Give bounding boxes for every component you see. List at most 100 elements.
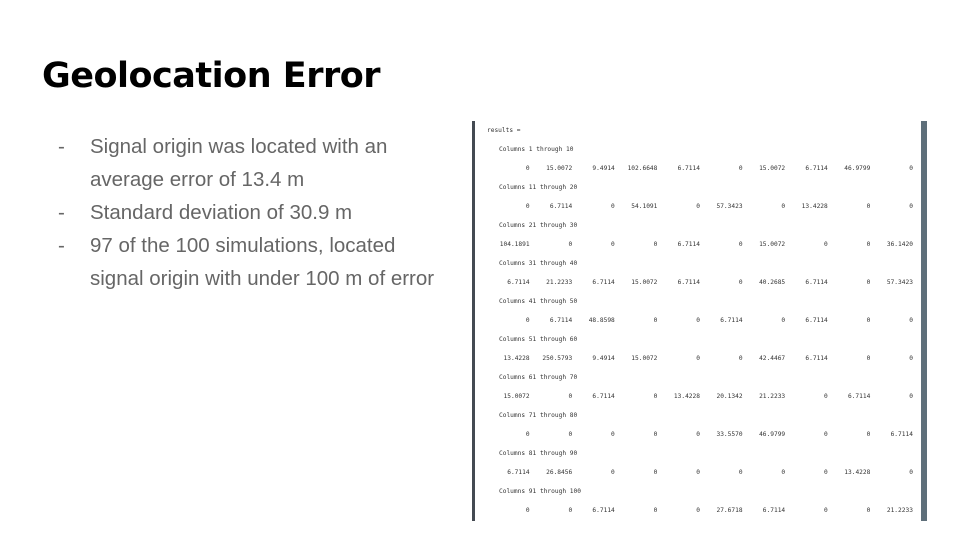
value-cell: 0: [611, 431, 615, 438]
value-cell: 6.7114: [677, 165, 700, 172]
value-cell: 15.0072: [546, 165, 573, 172]
value-cell: 21.2233: [546, 279, 573, 286]
value-cell: 0: [525, 507, 530, 514]
bullet-text: Signal origin was located with an averag…: [90, 135, 388, 191]
value-cell: 0: [653, 431, 658, 438]
value-cell: 46.9799: [844, 165, 871, 172]
value-cell: 6.7114: [805, 165, 828, 172]
console-header: results =: [487, 127, 521, 134]
value-cell: 6.7114: [762, 507, 786, 514]
value-cell: 0: [568, 431, 573, 438]
value-cell: 6.7114: [847, 393, 871, 400]
value-cell: 0: [696, 355, 700, 362]
columns-label: Columns 31 through 40: [499, 260, 578, 267]
value-cell: 0: [568, 507, 573, 514]
value-cell: 46.9799: [759, 431, 786, 438]
value-cell: 104.1891: [499, 241, 530, 248]
values-row: 13.4228 250.5793 9.4914 15.0072 0 0 42.4467 6.7…: [487, 354, 913, 373]
value-cell: 0: [611, 203, 615, 210]
value-cell: 13.4228: [673, 393, 700, 400]
bullet-list: - Signal origin was located with an aver…: [58, 130, 438, 295]
value-cell: 40.2685: [759, 279, 786, 286]
value-cell: 0: [866, 241, 871, 248]
value-cell: 6.7114: [805, 355, 828, 362]
columns-label: Columns 1 through 10: [499, 146, 574, 153]
value-cell: 0: [696, 431, 700, 438]
value-cell: 6.7114: [507, 469, 530, 476]
console-screenshot: results = Columns 1 through 10 0 15.0072 9.…: [472, 121, 927, 521]
value-cell: 57.3423: [886, 279, 913, 286]
values-row: 6.7114 21.2233 6.7114 15.0072 6.7114 0 40.2685…: [487, 278, 913, 297]
value-cell: 0: [525, 317, 530, 324]
value-cell: 0: [653, 241, 658, 248]
value-cell: 15.0072: [631, 279, 658, 286]
value-cell: 0: [611, 241, 615, 248]
columns-label: Columns 81 through 90: [499, 450, 578, 457]
values-row: 0 0 0 0 0 33.5570 46.9799 0 0 6.7114: [487, 430, 913, 449]
values-row: 104.1891 0 0 0 6.7114 0 15.0072 0 0 36.1420: [487, 240, 913, 259]
value-cell: 9.4914: [592, 355, 615, 362]
value-cell: 6.7114: [720, 317, 743, 324]
value-cell: 0: [866, 279, 871, 286]
value-cell: 0: [653, 507, 658, 514]
columns-label: Columns 71 through 80: [499, 412, 578, 419]
value-cell: 0: [696, 317, 700, 324]
columns-label: Columns 41 through 50: [499, 298, 578, 305]
value-cell: 0: [696, 469, 700, 476]
value-cell: 48.8598: [588, 317, 615, 324]
value-cell: 13.4228: [503, 355, 530, 362]
value-cell: 0: [824, 241, 828, 248]
value-cell: 33.5570: [716, 431, 743, 438]
value-cell: 6.7114: [677, 241, 700, 248]
bullet-text: 97 of the 100 simulations, located signa…: [90, 234, 435, 290]
value-cell: 250.5793: [542, 355, 573, 362]
bullet-dash: -: [58, 135, 65, 158]
value-cell: 0: [653, 317, 658, 324]
value-cell: 0: [525, 165, 530, 172]
columns-label: Columns 11 through 20: [499, 184, 578, 191]
bullet-item: - Standard deviation of 30.9 m: [58, 196, 438, 229]
value-cell: 0: [909, 165, 913, 172]
values-row: 0 0 6.7114 0 0 27.6718 6.7114 0 0 21.2233: [487, 506, 913, 521]
value-cell: 54.1091: [631, 203, 658, 210]
value-cell: 6.7114: [592, 507, 615, 514]
bullet-dash: -: [58, 201, 65, 224]
value-cell: 0: [909, 393, 913, 400]
value-cell: 0: [781, 469, 786, 476]
value-cell: 21.2233: [759, 393, 786, 400]
value-cell: 21.2233: [886, 507, 913, 514]
value-cell: 0: [781, 203, 786, 210]
value-cell: 6.7114: [592, 393, 615, 400]
value-cell: 6.7114: [805, 279, 828, 286]
value-cell: 0: [866, 431, 871, 438]
slide-title: Geolocation Error: [42, 56, 381, 96]
columns-label: Columns 21 through 30: [499, 222, 578, 229]
value-cell: 0: [738, 165, 743, 172]
values-row: 15.0072 0 6.7114 0 13.4228 20.1342 21.2233 0 6.7…: [487, 392, 913, 411]
values-row: 0 15.0072 9.4914 102.6648 6.7114 0 15.0072 6.71…: [487, 164, 913, 183]
value-cell: 0: [525, 431, 530, 438]
columns-label: Columns 51 through 60: [499, 336, 578, 343]
console-output: results = Columns 1 through 10 0 15.0072 9.…: [487, 126, 913, 521]
value-cell: 6.7114: [592, 279, 615, 286]
value-cell: 0: [909, 317, 913, 324]
value-cell: 0: [738, 241, 743, 248]
value-cell: 6.7114: [677, 279, 700, 286]
columns-label: Columns 61 through 70: [499, 374, 578, 381]
value-cell: 27.6718: [716, 507, 743, 514]
value-cell: 0: [866, 507, 871, 514]
value-cell: 13.4228: [801, 203, 828, 210]
value-cell: 0: [866, 355, 871, 362]
value-cell: 36.1420: [886, 241, 913, 248]
value-cell: 0: [525, 203, 530, 210]
value-cell: 0: [866, 317, 871, 324]
value-cell: 15.0072: [631, 355, 658, 362]
values-row: 0 6.7114 0 54.1091 0 57.3423 0 13.4228 0 0: [487, 202, 913, 221]
value-cell: 6.7114: [507, 279, 530, 286]
bullet-text: Standard deviation of 30.9 m: [90, 201, 353, 224]
value-cell: 6.7114: [890, 431, 913, 438]
value-cell: 102.6648: [627, 165, 658, 172]
value-cell: 9.4914: [592, 165, 615, 172]
value-cell: 0: [824, 469, 828, 476]
value-cell: 20.1342: [716, 393, 743, 400]
